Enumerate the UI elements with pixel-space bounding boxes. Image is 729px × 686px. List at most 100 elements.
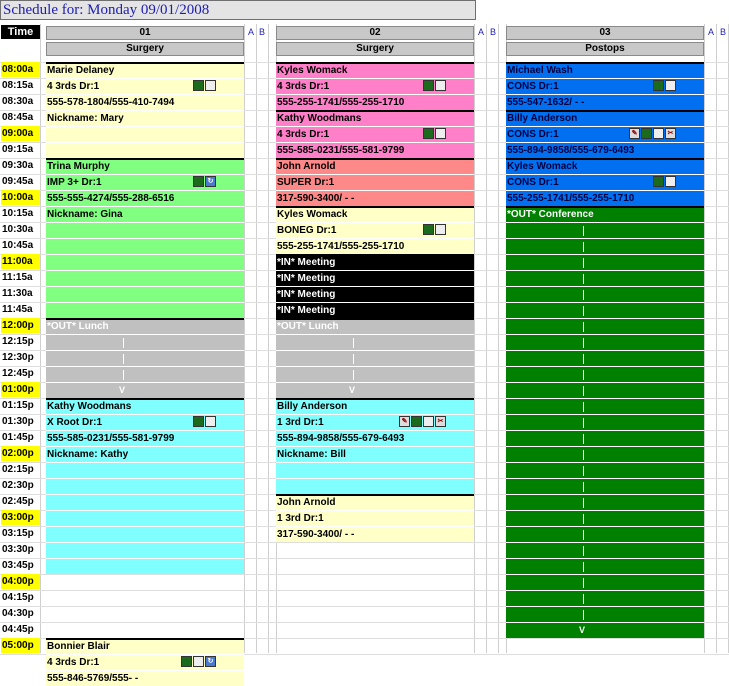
appointment-slot[interactable] bbox=[506, 222, 704, 238]
appointment-slot[interactable] bbox=[46, 222, 244, 238]
appointment-slot[interactable]: V bbox=[506, 622, 704, 638]
appointment-detail[interactable]: SUPER Dr:1 bbox=[276, 174, 474, 190]
appointment-slot[interactable] bbox=[506, 462, 704, 478]
appointment-name[interactable]: John Arnold bbox=[276, 494, 474, 510]
note-icon[interactable]: ✎ bbox=[399, 416, 410, 427]
appointment-phone[interactable]: 555-578-1804/555-410-7494 bbox=[46, 94, 244, 110]
appointment-slot[interactable] bbox=[46, 126, 244, 142]
meeting-block[interactable]: *IN* Meeting bbox=[276, 302, 474, 318]
column-3-b-button[interactable]: B bbox=[718, 25, 728, 39]
appointment-phone[interactable]: 555-555-4274/555-288-6516 bbox=[46, 190, 244, 206]
doc-icon[interactable] bbox=[435, 224, 446, 235]
car-icon[interactable] bbox=[653, 80, 664, 91]
appointment-slot[interactable] bbox=[46, 494, 244, 510]
appointment-name[interactable]: Billy Anderson bbox=[276, 398, 474, 414]
appointment-slot[interactable] bbox=[46, 334, 244, 350]
appointment-slot[interactable] bbox=[46, 526, 244, 542]
appointment-slot[interactable] bbox=[506, 526, 704, 542]
appointment-detail[interactable]: 1 3rd Dr:1 ✎ ✂ bbox=[276, 414, 474, 430]
appointment-detail[interactable]: 4 3rds Dr:1 bbox=[276, 126, 474, 142]
appointment-slot[interactable] bbox=[46, 558, 244, 574]
column-3-a-button[interactable]: A bbox=[706, 25, 716, 39]
refresh-icon[interactable]: ↻ bbox=[205, 656, 216, 667]
column-3-name[interactable]: Postops bbox=[506, 42, 704, 56]
appointment-name[interactable]: Kathy Woodmans bbox=[276, 110, 474, 126]
appointment-slot[interactable] bbox=[506, 334, 704, 350]
car-icon[interactable] bbox=[193, 416, 204, 427]
appointment-slot[interactable] bbox=[506, 318, 704, 334]
column-1-name[interactable]: Surgery bbox=[46, 42, 244, 56]
appointment-slot[interactable] bbox=[506, 510, 704, 526]
appointment-phone[interactable]: 317-590-3400/ - - bbox=[276, 526, 474, 542]
car-icon[interactable] bbox=[423, 80, 434, 91]
car-icon[interactable] bbox=[193, 80, 204, 91]
appointment-detail[interactable]: 4 3rds Dr:1 bbox=[46, 78, 244, 94]
appointment-phone[interactable]: 555-585-0231/555-581-9799 bbox=[276, 142, 474, 158]
appointment-detail[interactable]: IMP 3+ Dr:1 ↻ bbox=[46, 174, 244, 190]
column-1-number[interactable]: 01 bbox=[46, 26, 244, 40]
appointment-phone[interactable]: 555-894-9858/555-679-6493 bbox=[506, 142, 704, 158]
appointment-slot[interactable] bbox=[276, 334, 474, 350]
column-3-number[interactable]: 03 bbox=[506, 26, 704, 40]
appointment-nickname[interactable]: Nickname: Gina bbox=[46, 206, 244, 222]
appointment-slot[interactable] bbox=[276, 478, 474, 494]
doc-icon[interactable] bbox=[423, 416, 434, 427]
appointment-phone[interactable]: 555-585-0231/555-581-9799 bbox=[46, 430, 244, 446]
appointment-slot[interactable] bbox=[506, 494, 704, 510]
appointment-slot[interactable] bbox=[506, 350, 704, 366]
doc-icon[interactable] bbox=[435, 80, 446, 91]
appointment-detail[interactable]: CONS Dr:1 ✎ ✂ bbox=[506, 126, 704, 142]
appointment-phone[interactable]: 555-255-1741/555-255-1710 bbox=[276, 94, 474, 110]
car-icon[interactable] bbox=[423, 128, 434, 139]
appointment-slot[interactable] bbox=[506, 398, 704, 414]
appointment-name[interactable]: Kathy Woodmans bbox=[46, 398, 244, 414]
appointment-detail[interactable]: X Root Dr:1 bbox=[46, 414, 244, 430]
column-1-a-button[interactable]: A bbox=[246, 25, 256, 39]
car-icon[interactable] bbox=[423, 224, 434, 235]
appointment-name[interactable]: John Arnold bbox=[276, 158, 474, 174]
appointment-name[interactable]: Bonnier Blair bbox=[46, 638, 244, 654]
doc-icon[interactable] bbox=[665, 80, 676, 91]
appointment-slot[interactable] bbox=[506, 238, 704, 254]
appointment-phone[interactable]: 555-846-5769/555- - bbox=[46, 670, 244, 686]
appointment-detail[interactable]: 4 3rds Dr:1 bbox=[276, 78, 474, 94]
appointment-slot[interactable]: V bbox=[46, 382, 244, 398]
column-2-a-button[interactable]: A bbox=[476, 25, 486, 39]
refresh-icon[interactable]: ↻ bbox=[205, 176, 216, 187]
appointment-detail[interactable]: BONEG Dr:1 bbox=[276, 222, 474, 238]
appointment-slot[interactable] bbox=[276, 350, 474, 366]
column-2-b-button[interactable]: B bbox=[488, 25, 498, 39]
meeting-block[interactable]: *IN* Meeting bbox=[276, 254, 474, 270]
appointment-slot[interactable] bbox=[46, 462, 244, 478]
appointment-slot[interactable] bbox=[46, 510, 244, 526]
column-2-name[interactable]: Surgery bbox=[276, 42, 474, 56]
appointment-slot[interactable] bbox=[506, 270, 704, 286]
appointment-slot[interactable] bbox=[506, 302, 704, 318]
car-icon[interactable] bbox=[641, 128, 652, 139]
appointment-slot[interactable] bbox=[46, 478, 244, 494]
appointment-slot[interactable] bbox=[506, 574, 704, 590]
doc-icon[interactable] bbox=[665, 176, 676, 187]
appointment-slot[interactable] bbox=[46, 286, 244, 302]
appointment-slot[interactable] bbox=[506, 590, 704, 606]
appointment-slot[interactable] bbox=[46, 238, 244, 254]
appointment-slot[interactable] bbox=[276, 366, 474, 382]
appointment-slot[interactable] bbox=[46, 254, 244, 270]
appointment-phone[interactable]: 317-590-3400/ - - bbox=[276, 190, 474, 206]
appointment-nickname[interactable]: Nickname: Mary bbox=[46, 110, 244, 126]
appointment-slot[interactable] bbox=[46, 542, 244, 558]
appointment-slot[interactable] bbox=[506, 430, 704, 446]
car-icon[interactable] bbox=[411, 416, 422, 427]
appointment-slot[interactable] bbox=[46, 366, 244, 382]
appointment-name[interactable]: Trina Murphy bbox=[46, 158, 244, 174]
appointment-slot[interactable] bbox=[506, 606, 704, 622]
appointment-phone[interactable]: 555-255-1741/555-255-1710 bbox=[506, 190, 704, 206]
appointment-detail[interactable]: CONS Dr:1 bbox=[506, 78, 704, 94]
meeting-block[interactable]: *IN* Meeting bbox=[276, 270, 474, 286]
appointment-slot[interactable] bbox=[506, 286, 704, 302]
appointment-name[interactable]: Marie Delaney bbox=[46, 62, 244, 78]
appointment-slot[interactable]: V bbox=[276, 382, 474, 398]
doc-icon[interactable] bbox=[205, 416, 216, 427]
doc-icon[interactable] bbox=[435, 128, 446, 139]
car-icon[interactable] bbox=[193, 176, 204, 187]
